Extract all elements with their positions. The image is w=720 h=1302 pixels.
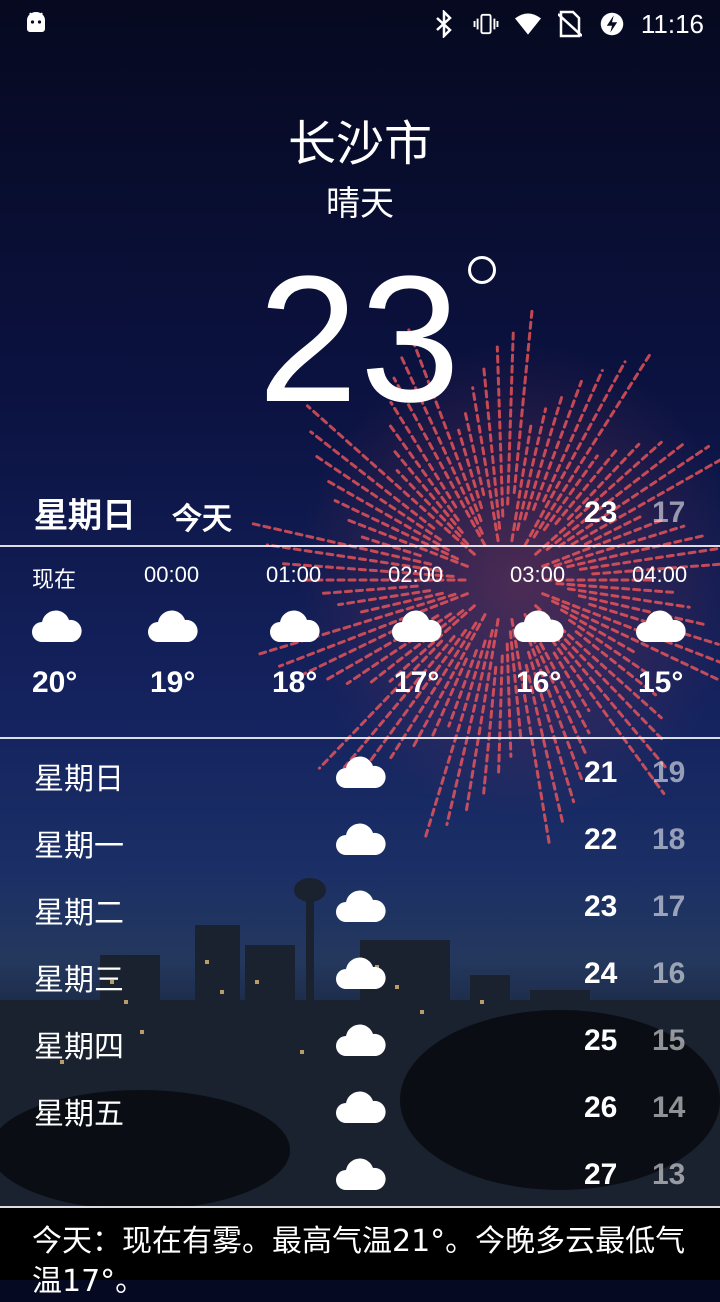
daily-high: 25 [584, 1024, 617, 1058]
cloud-icon [270, 608, 320, 642]
divider [0, 737, 720, 739]
cloud-icon [336, 955, 386, 989]
cloud-icon [336, 888, 386, 922]
daily-high: 27 [584, 1158, 617, 1192]
hour-temp: 17° [394, 666, 439, 700]
hour-time: 02:00 [388, 562, 443, 588]
daily-row: 星期一 22 18 [0, 815, 720, 875]
weather-summary-panel: 今天：现在有雾。最高气温21°。今晚多云最低气温17°。 [0, 1208, 720, 1280]
daily-low: 18 [652, 823, 685, 857]
clock: 11:16 [641, 9, 704, 40]
daily-low: 19 [652, 756, 685, 790]
daily-low: 16 [652, 957, 685, 991]
status-bar: 11:16 [0, 0, 720, 48]
daily-high: 24 [584, 957, 617, 991]
cloud-icon [636, 608, 686, 642]
daily-high: 23 [584, 890, 617, 924]
daily-row: 星期日 21 19 [0, 748, 720, 808]
daily-row: 星期五 26 14 [0, 1083, 720, 1143]
divider [0, 545, 720, 547]
cloud-icon [336, 754, 386, 788]
cloud-icon [336, 1156, 386, 1190]
no-sim-icon [557, 11, 583, 37]
android-icon [24, 10, 48, 34]
hour-temp: 15° [638, 666, 683, 700]
hour-time: 00:00 [144, 562, 199, 588]
daily-high: 26 [584, 1091, 617, 1125]
daily-day: 星期四 [34, 1022, 124, 1066]
daily-low: 13 [652, 1158, 685, 1192]
hour-temp: 19° [150, 666, 195, 700]
daily-day: 星期三 [34, 955, 124, 999]
hour-time: 01:00 [266, 562, 321, 588]
daily-low: 14 [652, 1091, 685, 1125]
daily-row: 星期四 25 15 [0, 1016, 720, 1076]
daily-low: 15 [652, 1024, 685, 1058]
cloud-icon [336, 821, 386, 855]
today-day: 星期日 [34, 488, 136, 537]
daily-row: 27 13 [0, 1150, 720, 1210]
weather-summary-text: 今天：现在有雾。最高气温21°。今晚多云最低气温17°。 [32, 1222, 692, 1302]
today-label: 今天 [172, 494, 232, 538]
vibrate-icon [473, 11, 499, 37]
today-summary-row: 星期日 今天 23 17 [0, 488, 720, 538]
current-temperature: 23 [0, 250, 720, 430]
wifi-icon [515, 11, 541, 37]
cloud-icon [514, 608, 564, 642]
daily-row: 星期三 24 16 [0, 949, 720, 1009]
cloud-icon [32, 608, 82, 642]
cloud-icon [336, 1022, 386, 1056]
cloud-icon [336, 1089, 386, 1123]
today-low: 17 [652, 496, 685, 530]
cloud-icon [392, 608, 442, 642]
battery-saver-icon [599, 11, 625, 37]
daily-low: 17 [652, 890, 685, 924]
daily-day: 星期五 [34, 1089, 124, 1133]
hour-temp: 18° [272, 666, 317, 700]
hour-time: 03:00 [510, 562, 565, 588]
daily-day: 星期一 [34, 821, 124, 865]
hour-time: 04:00 [632, 562, 687, 588]
daily-high: 22 [584, 823, 617, 857]
today-high: 23 [584, 496, 617, 530]
hour-temp: 20° [32, 666, 77, 700]
hour-temp: 16° [516, 666, 561, 700]
hourly-forecast[interactable]: 现在 20° 00:00 19° 01:00 18° 02:00 17° 03:… [0, 556, 720, 716]
city-name: 长沙市 [0, 104, 720, 174]
weather-condition: 晴天 [0, 176, 720, 225]
degree-symbol [468, 256, 496, 284]
bluetooth-icon [431, 11, 457, 37]
daily-day: 星期日 [34, 754, 124, 798]
cloud-icon [148, 608, 198, 642]
daily-day: 星期二 [34, 888, 124, 932]
daily-row: 星期二 23 17 [0, 882, 720, 942]
hour-time: 现在 [32, 562, 76, 594]
daily-high: 21 [584, 756, 617, 790]
